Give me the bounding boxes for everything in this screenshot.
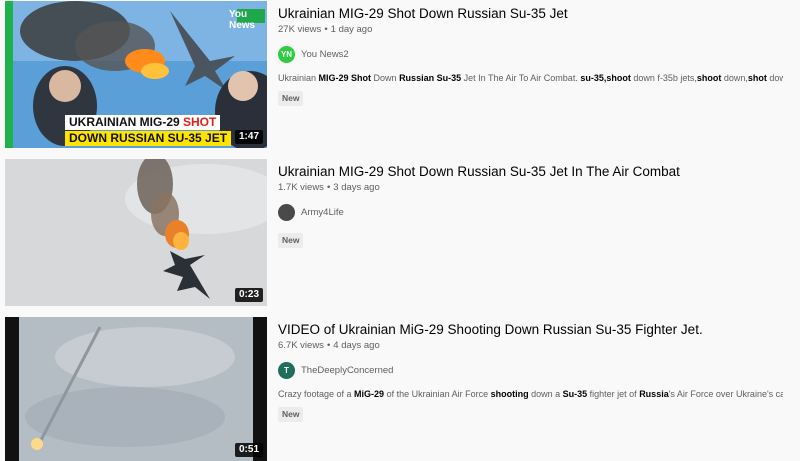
video-description: Ukrainian MIG-29 Shot Down Russian Su-35… [278,72,783,84]
description-text: down, [721,73,748,83]
description-keyword: shot [747,73,767,83]
video-result[interactable]: 0:23 Ukrainian MIG-29 Shot Down Russian … [0,159,800,309]
thumbnail-caption-highlight: SHOT [183,115,217,129]
description-text: of the Ukrainian Air Force [384,389,491,399]
description-keyword: Russian Su-35 [399,73,462,83]
description-text: 's Air Force over Ukraine's capital ... [668,389,783,399]
video-meta: 27K views • 1 day ago [278,24,793,36]
channel-name[interactable]: Army4Life [301,207,344,218]
new-badge: New [278,91,304,106]
video-result[interactable]: 0:51 VIDEO of Ukrainian MiG-29 Shooting … [0,317,800,461]
new-badge: New [278,407,304,422]
video-meta: 6.7K views • 4 days ago [278,340,793,352]
view-count: 6.7K views [278,340,324,351]
video-thumbnail[interactable]: 0:23 [5,159,267,306]
meta-separator: • [326,340,331,351]
thumbnail-brand: You News [229,9,256,31]
video-title[interactable]: Ukrainian MIG-29 Shot Down Russian Su-35… [278,5,793,23]
video-info: Ukrainian MIG-29 Shot Down Russian Su-35… [278,1,793,106]
meta-separator: • [324,24,328,35]
video-meta: 1.7K views • 3 days ago [278,182,793,194]
upload-age: 1 day ago [330,24,373,35]
new-badge: New [278,233,304,248]
video-info: Ukrainian MIG-29 Shot Down Russian Su-35… [278,159,793,248]
description-keyword: su-35,shoot [580,73,631,83]
description-keyword: MiG-29 [354,389,385,399]
channel-name[interactable]: TheDeeplyConcerned [301,365,393,376]
channel-name[interactable]: You News2 [301,49,349,60]
duration-badge: 1:47 [234,130,263,144]
description-text: down a [528,389,563,399]
description-text: Down [371,73,400,83]
channel-avatar[interactable]: YN [278,45,295,63]
channel-avatar[interactable]: T [278,361,295,379]
description-text: Jet In The Air To Air Combat. [461,73,581,83]
duration-badge: 0:23 [234,288,263,302]
description-text: down ... [769,73,783,83]
meta-separator: • [326,182,331,193]
view-count: 27K views [278,24,322,35]
video-title[interactable]: VIDEO of Ukrainian MiG-29 Shooting Down … [278,321,793,339]
video-info: VIDEO of Ukrainian MiG-29 Shooting Down … [278,317,793,422]
upload-age: 4 days ago [333,340,380,351]
video-thumbnail[interactable]: 0:51 [5,317,267,461]
description-text: Ukrainian [278,73,319,83]
thumbnail-caption-text: UKRAINIAN MIG-29 [69,115,184,129]
description-keyword: shoot [696,73,722,83]
upload-age: 3 days ago [333,182,380,193]
thumbnail-image [5,317,267,461]
thumbnail-caption-line1: UKRAINIAN MIG-29 SHOT [65,115,221,130]
description-text: Crazy footage of a [278,389,355,399]
description-keyword: shooting [490,389,529,399]
video-description: Crazy footage of a MiG-29 of the Ukraini… [278,388,783,400]
channel-link[interactable]: T TheDeeplyConcerned [278,361,793,379]
channel-avatar[interactable] [278,203,295,221]
description-keyword: Su-35 [562,389,588,399]
video-result[interactable]: You News UKRAINIAN MIG-29 SHOT DOWN RUSS… [0,1,800,151]
description-keyword: MIG-29 Shot [318,73,372,83]
video-title[interactable]: Ukrainian MIG-29 Shot Down Russian Su-35… [278,163,793,181]
description-text: down f-35b jets, [630,73,697,83]
video-thumbnail[interactable]: You News UKRAINIAN MIG-29 SHOT DOWN RUSS… [5,1,267,148]
channel-link[interactable]: Army4Life [278,203,793,221]
duration-badge: 0:51 [234,443,263,457]
description-text: fighter jet of [587,389,640,399]
description-keyword: Russia [639,389,669,399]
thumbnail-caption-line2: DOWN RUSSIAN SU-35 JET [65,131,232,146]
view-count: 1.7K views [278,182,324,193]
channel-link[interactable]: YN You News2 [278,45,793,63]
search-results-list: You News UKRAINIAN MIG-29 SHOT DOWN RUSS… [0,0,800,461]
thumbnail-image [5,159,267,306]
